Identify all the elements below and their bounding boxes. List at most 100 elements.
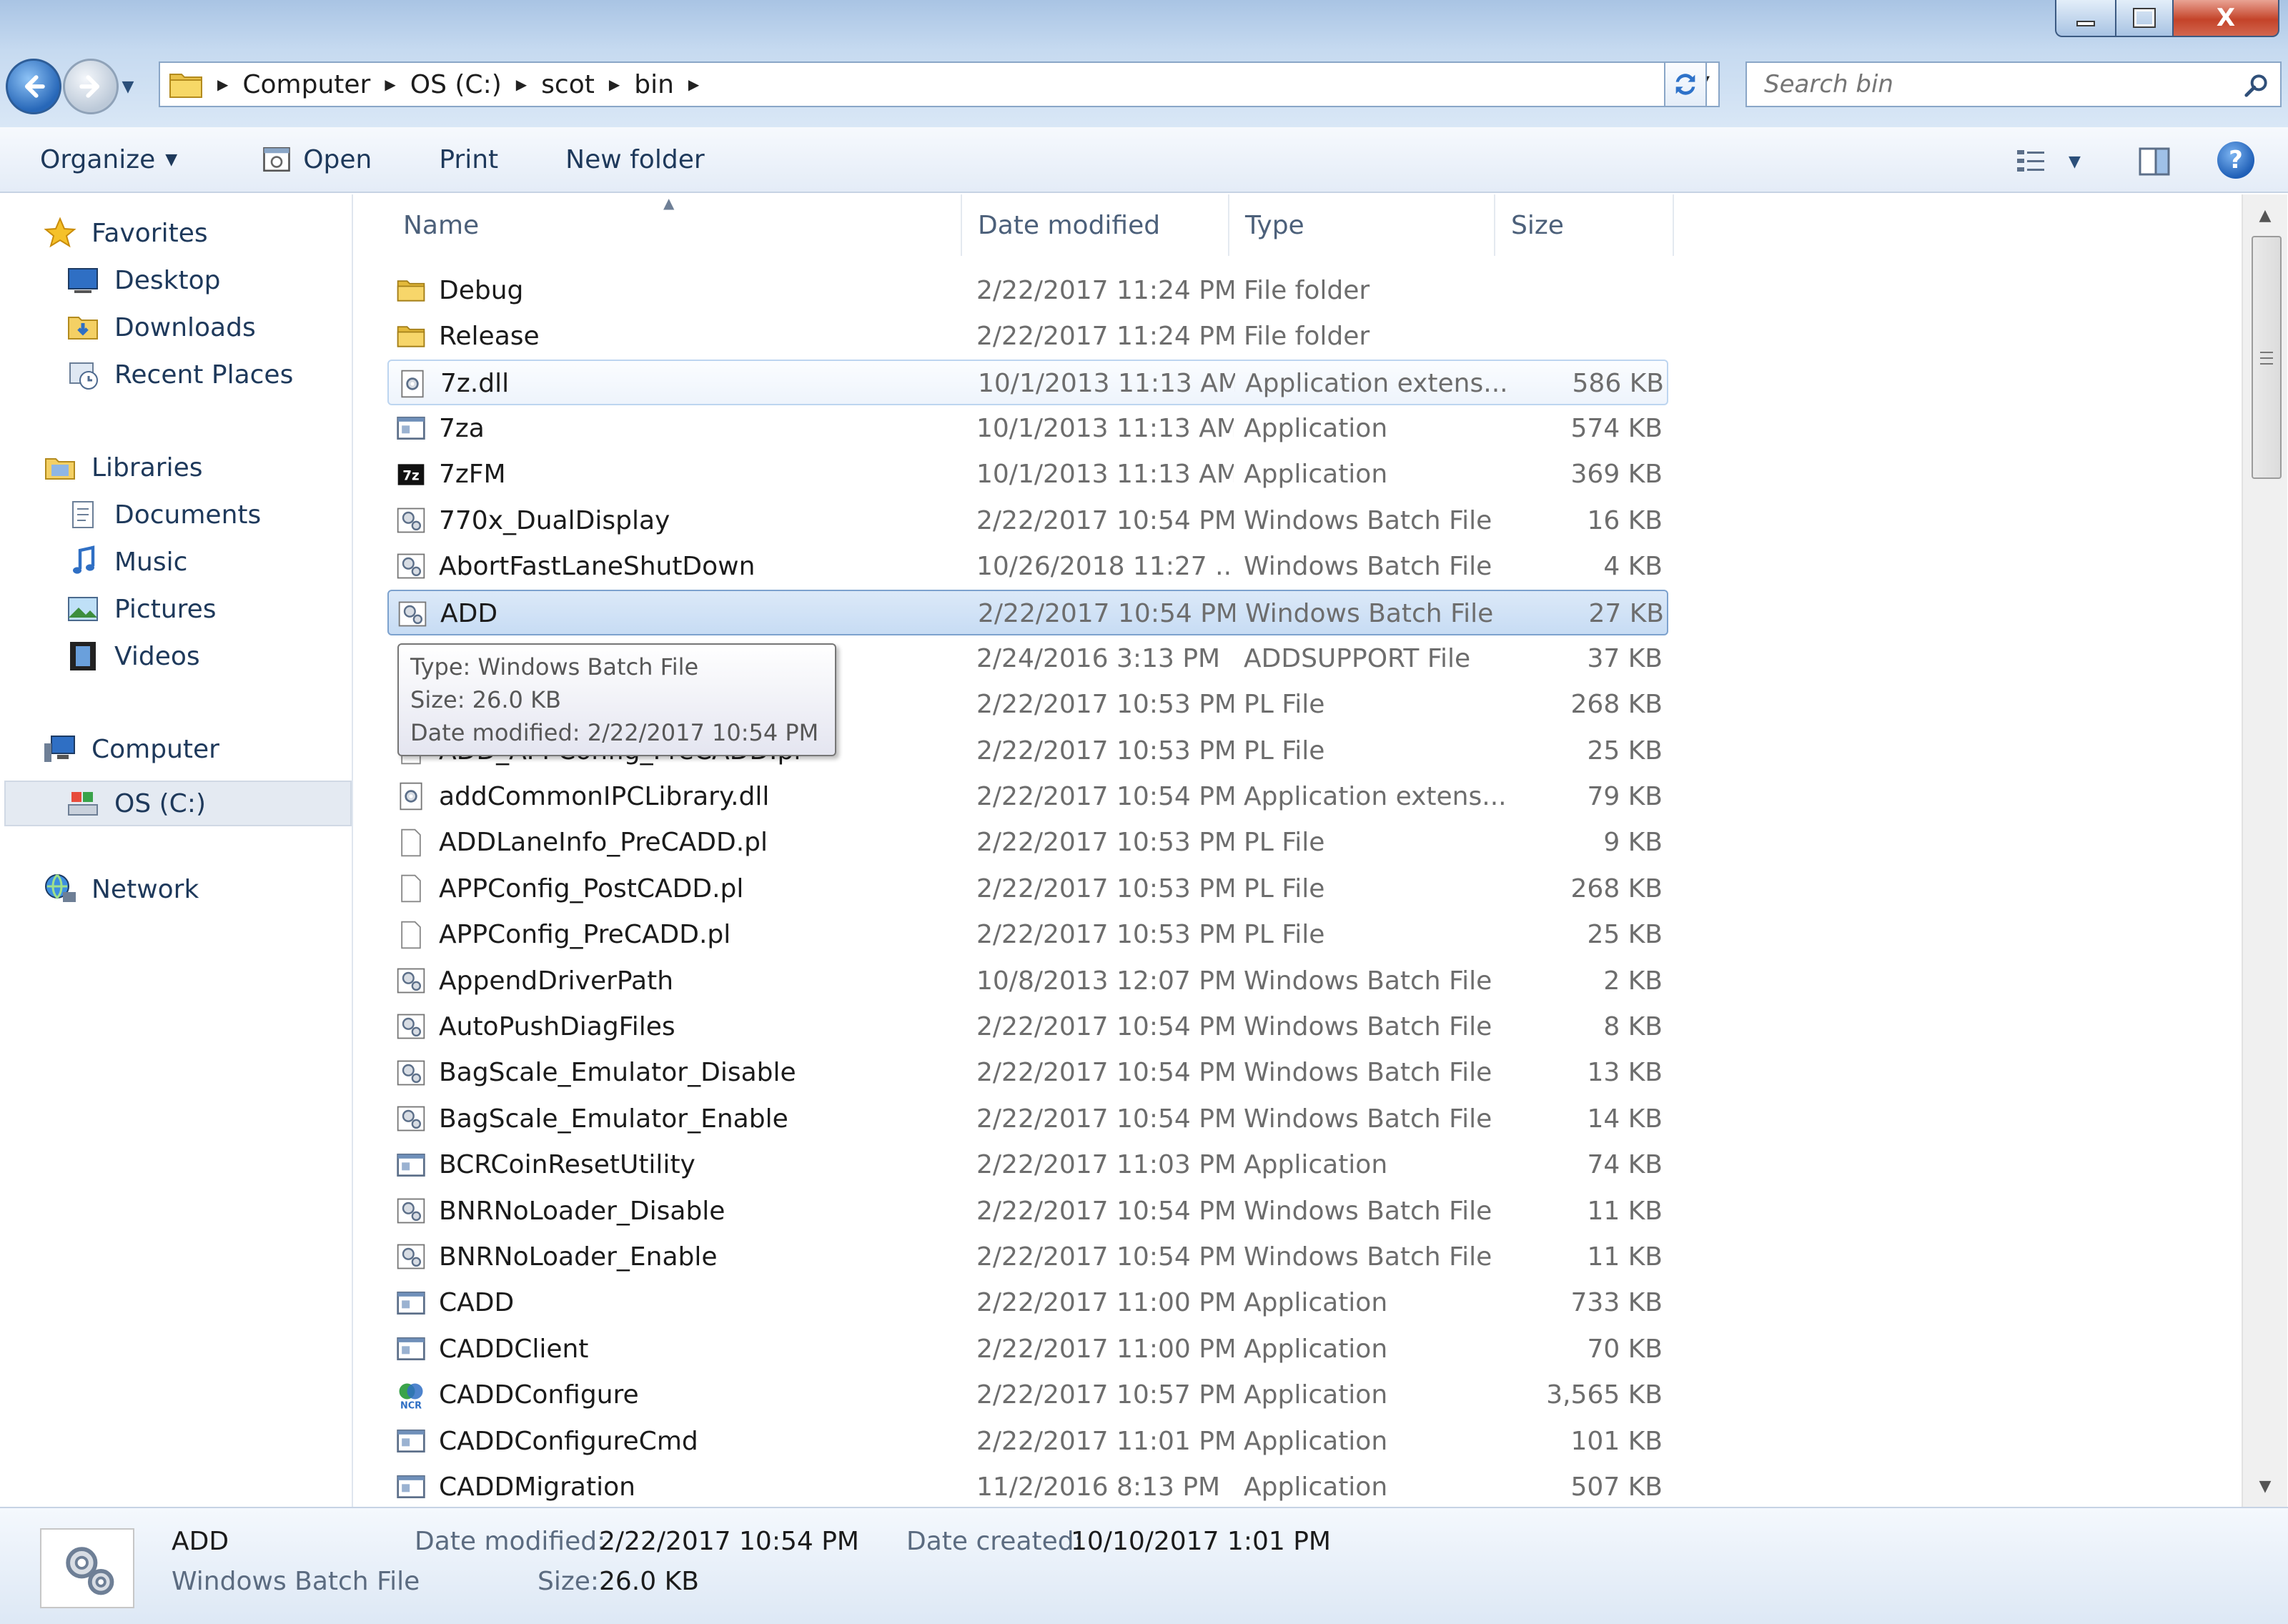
blank-file-icon <box>393 820 429 866</box>
file-row[interactable]: BNRNoLoader_Disable 2/22/2017 10:54 PM Win… <box>387 1188 1668 1234</box>
command-bar: Organize ▼ Open Print New folder ▼ ? <box>0 127 2288 193</box>
breadcrumb-arrow-icon[interactable]: ▶ <box>609 76 620 93</box>
file-date-modified: 2/22/2017 10:54 PM <box>976 1104 1234 1134</box>
breadcrumb-arrow-icon[interactable]: ▶ <box>385 76 395 93</box>
search-input[interactable] <box>1763 69 2192 99</box>
print-button[interactable]: Print <box>439 145 498 174</box>
column-header-name[interactable]: Name <box>387 194 962 256</box>
file-row[interactable]: BagScale_Emulator_Enable 2/22/2017 10:54 … <box>387 1096 1668 1142</box>
file-type: PL File <box>1244 690 1325 720</box>
nav-music[interactable]: Music <box>66 545 187 579</box>
computer-icon <box>44 736 75 762</box>
nav-pictures[interactable]: Pictures <box>66 592 217 626</box>
nav-downloads[interactable]: Downloads <box>66 310 256 345</box>
file-row[interactable]: BCRCoinResetUtility 2/22/2017 11:03 PM App… <box>387 1142 1668 1188</box>
file-size: 369 KB <box>1570 460 1663 490</box>
file-row[interactable]: 7z.dll 10/1/2013 11:13 AM Application exte… <box>387 359 1668 407</box>
file-row[interactable]: AbortFastLaneShutDown 10/26/2018 11:27 ..… <box>387 543 1668 589</box>
file-row[interactable]: APPConfig_PreCADD.pl 2/22/2017 10:53 PM PL… <box>387 912 1668 958</box>
file-row[interactable]: AppendDriverPath 10/8/2013 12:07 PM Window… <box>387 958 1668 1004</box>
file-size: 2 KB <box>1603 966 1663 996</box>
file-size: 101 KB <box>1570 1426 1663 1456</box>
app-icon <box>393 1418 429 1464</box>
search-icon[interactable] <box>2243 71 2270 99</box>
column-header-type[interactable]: Type <box>1229 194 1495 256</box>
scroll-down-button[interactable]: ▼ <box>2243 1465 2287 1507</box>
minimize-button[interactable] <box>2055 0 2116 37</box>
address-bar[interactable]: ▶ Computer ▶ OS (C:) ▶ scot ▶ bin ▶ ▼ <box>159 61 1720 107</box>
folder-icon <box>169 74 202 98</box>
back-button[interactable] <box>6 59 61 114</box>
file-date-modified: 10/1/2013 11:13 AM <box>976 413 1234 443</box>
file-row[interactable]: BNRNoLoader_Enable 2/22/2017 10:54 PM Wind… <box>387 1234 1668 1279</box>
breadcrumb-os-c[interactable]: OS (C:) <box>410 70 502 99</box>
file-row[interactable]: addCommonIPCLibrary.dll 2/22/2017 10:54 P… <box>387 773 1668 819</box>
file-row[interactable]: CADDMigration 11/2/2016 8:13 PM Applicatio… <box>387 1464 1668 1507</box>
nav-os-c[interactable]: OS (C:) <box>4 781 352 826</box>
file-row[interactable]: CADDClient 2/22/2017 11:00 PM Application 7… <box>387 1326 1668 1372</box>
column-header-size[interactable]: Size <box>1495 194 1674 256</box>
recent-places-icon <box>69 362 98 390</box>
nav-documents[interactable]: Documents <box>66 497 261 532</box>
recent-pages-button[interactable]: ▼ <box>119 72 137 101</box>
nav-computer[interactable]: Computer <box>43 732 219 766</box>
file-row[interactable]: NCR CADDConfigure 2/22/2017 10:57 PM Applic… <box>387 1372 1668 1418</box>
file-size: 268 KB <box>1570 873 1663 903</box>
open-button[interactable]: Open <box>262 144 372 174</box>
file-row[interactable]: 7za 10/1/2013 11:13 AM Application 574 KB <box>387 405 1668 451</box>
file-date-modified: 2/22/2017 10:53 PM <box>976 873 1234 903</box>
help-button[interactable]: ? <box>2217 142 2254 179</box>
file-size: 25 KB <box>1587 920 1663 950</box>
file-row[interactable]: Release 2/22/2017 11:24 PM File folder <box>387 313 1668 359</box>
maximize-button[interactable] <box>2116 0 2174 37</box>
dll-icon <box>395 361 430 407</box>
grip-icon <box>2260 352 2273 365</box>
file-type: PL File <box>1244 920 1325 950</box>
search-box[interactable] <box>1745 61 2282 107</box>
scroll-up-button[interactable]: ▲ <box>2243 194 2287 236</box>
file-row[interactable]: CADD 2/22/2017 11:00 PM Application 733 KB <box>387 1280 1668 1326</box>
help-icon: ? <box>2229 146 2243 174</box>
file-row[interactable]: ADD 2/22/2017 10:54 PM Windows Batch File 2… <box>387 589 1668 635</box>
file-row[interactable]: AutoPushDiagFiles 2/22/2017 10:54 PM Windo… <box>387 1004 1668 1049</box>
preview-pane-button[interactable] <box>2137 144 2171 182</box>
file-row[interactable]: CADDConfigureCmd 2/22/2017 11:01 PM Applic… <box>387 1418 1668 1464</box>
file-type: Application <box>1244 1150 1388 1180</box>
nav-network[interactable]: Network <box>43 872 199 906</box>
organize-button[interactable]: Organize ▼ <box>40 145 177 174</box>
nav-favorites[interactable]: Favorites <box>43 216 208 250</box>
nav-recent-places[interactable]: Recent Places <box>66 357 293 392</box>
file-row[interactable]: APPConfig_PostCADD.pl 2/22/2017 10:53 PM P… <box>387 866 1668 911</box>
file-row[interactable]: 770x_DualDisplay 2/22/2017 10:54 PM Window… <box>387 497 1668 543</box>
breadcrumb-arrow-icon[interactable]: ▶ <box>688 76 699 93</box>
change-view-button[interactable]: ▼ <box>2014 144 2081 179</box>
file-row[interactable]: BagScale_Emulator_Disable 2/22/2017 10:54… <box>387 1050 1668 1096</box>
close-button[interactable]: X <box>2174 0 2279 37</box>
file-size: 25 KB <box>1587 736 1663 766</box>
refresh-button[interactable] <box>1664 61 1707 107</box>
breadcrumb-scot[interactable]: scot <box>541 70 595 99</box>
scroll-thumb[interactable] <box>2252 236 2282 479</box>
file-type: File folder <box>1244 275 1370 305</box>
column-header-date-modified[interactable]: Date modified <box>962 194 1229 256</box>
nav-libraries[interactable]: Libraries <box>43 450 202 485</box>
nav-desktop[interactable]: Desktop <box>66 263 220 297</box>
file-row[interactable]: ADDLaneInfo_PreCADD.pl 2/22/2017 10:53 PM… <box>387 820 1668 866</box>
nav-videos[interactable]: Videos <box>66 639 200 673</box>
file-size: 9 KB <box>1603 828 1663 858</box>
breadcrumb-arrow-icon[interactable]: ▶ <box>516 76 527 93</box>
breadcrumb-bin[interactable]: bin <box>634 70 674 99</box>
forward-button[interactable] <box>63 59 119 114</box>
breadcrumb-arrow-icon[interactable]: ▶ <box>217 76 228 93</box>
breadcrumb-computer[interactable]: Computer <box>242 70 370 99</box>
file-size <box>1502 267 1663 313</box>
file-row[interactable]: 7z 7zFM 10/1/2013 11:13 AM Application 369 K… <box>387 452 1668 497</box>
file-size: 16 KB <box>1587 505 1663 535</box>
batch-icon <box>393 1188 429 1234</box>
batch-icon <box>393 1004 429 1049</box>
file-date-modified: 2/22/2017 10:54 PM <box>976 781 1234 811</box>
file-date-modified: 2/22/2017 11:03 PM <box>976 1150 1234 1180</box>
file-row[interactable]: Debug 2/22/2017 11:24 PM File folder <box>387 267 1668 313</box>
new-folder-button[interactable]: New folder <box>565 145 704 174</box>
vertical-scrollbar[interactable]: ▲ ▼ <box>2242 194 2287 1507</box>
